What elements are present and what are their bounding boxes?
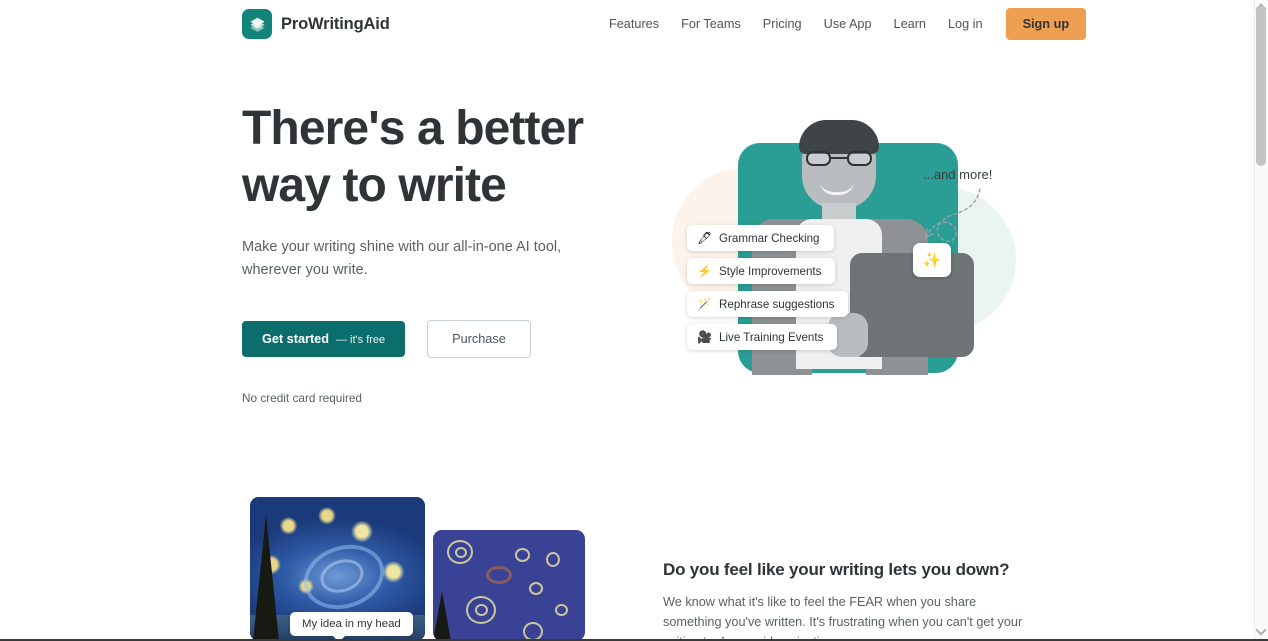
nav-item-log-in[interactable]: Log in	[937, 11, 994, 37]
nav-item-use-app[interactable]: Use App	[813, 11, 883, 37]
hero-title-line-1: There's a better	[242, 102, 584, 155]
crude-drawing-image	[433, 530, 585, 639]
hero-title-line-2: way to write	[242, 159, 507, 212]
vertical-scrollbar[interactable]	[1254, 0, 1268, 639]
laptop-graphic	[850, 253, 974, 357]
magic-wand-icon: 🪄	[697, 297, 712, 311]
feather-pen-icon: 🖋	[697, 231, 713, 245]
lightning-bolt-icon: ⚡	[697, 264, 712, 278]
purchase-button[interactable]: Purchase	[427, 320, 531, 358]
nav-item-for-teams[interactable]: For Teams	[670, 11, 752, 37]
get-started-sublabel: — it's free	[335, 334, 386, 346]
image-caption-bubble: My idea in my head	[290, 612, 413, 639]
site-header: ProWritingAid Features For Teams Pricing…	[0, 0, 1254, 48]
movie-camera-icon: 🎥	[697, 330, 712, 344]
feature-pill-style-improvements[interactable]: ⚡ Style Improvements	[687, 258, 836, 284]
nav-item-learn[interactable]: Learn	[883, 11, 937, 37]
brand-name: ProWritingAid	[281, 14, 390, 33]
stacked-books-icon	[242, 9, 272, 39]
lower-section-body: We know what it's like to feel the FEAR …	[663, 595, 1023, 639]
feature-pill-label: Grammar Checking	[719, 231, 820, 245]
lower-section-copy: Do you feel like your writing lets you d…	[663, 560, 1023, 639]
sign-up-button[interactable]: Sign up	[1005, 8, 1087, 40]
curly-arrow-icon	[925, 188, 981, 243]
feature-pill-label: Rephrase suggestions	[719, 297, 835, 311]
hero-title: There's a better way to write	[242, 100, 642, 214]
hero-illustration: ✨ ...and more! 🖋 Grammar Checking ⚡ Styl…	[660, 105, 1020, 390]
hero-copy: There's a better way to write Make your …	[242, 100, 642, 405]
hero-subtitle: Make your writing shine with our all-in-…	[242, 239, 562, 278]
hero-cta-group: Get started — it's free Purchase	[242, 320, 642, 358]
feature-pill-label: Live Training Events	[719, 330, 824, 344]
glasses-icon	[806, 151, 872, 166]
scrollbar-thumb[interactable]	[1256, 6, 1266, 166]
feature-pill-label: Style Improvements	[719, 264, 822, 278]
browser-viewport: ProWritingAid Features For Teams Pricing…	[0, 0, 1268, 641]
and-more-annotation: ...and more!	[923, 167, 993, 182]
page-content: ProWritingAid Features For Teams Pricing…	[0, 0, 1254, 639]
get-started-label: Get started	[262, 332, 329, 346]
no-credit-card-note: No credit card required	[242, 391, 362, 405]
feature-pill-rephrase-suggestions[interactable]: 🪄 Rephrase suggestions	[687, 291, 849, 317]
nav-item-features[interactable]: Features	[598, 11, 670, 37]
nav-item-pricing[interactable]: Pricing	[752, 11, 813, 37]
person-hair	[799, 120, 879, 154]
brand-logo-link[interactable]: ProWritingAid	[242, 9, 390, 39]
get-started-button[interactable]: Get started — it's free	[242, 321, 406, 357]
feature-pill-grammar-checking[interactable]: 🖋 Grammar Checking	[687, 225, 834, 251]
feature-pill-list: 🖋 Grammar Checking ⚡ Style Improvements …	[687, 225, 849, 350]
scroll-down-arrow-icon[interactable]	[1255, 624, 1267, 636]
feature-pill-live-training-events[interactable]: 🎥 Live Training Events	[687, 324, 838, 350]
lower-section-title: Do you feel like your writing lets you d…	[663, 560, 1010, 579]
main-navigation: Features For Teams Pricing Use App Learn…	[598, 0, 1087, 48]
